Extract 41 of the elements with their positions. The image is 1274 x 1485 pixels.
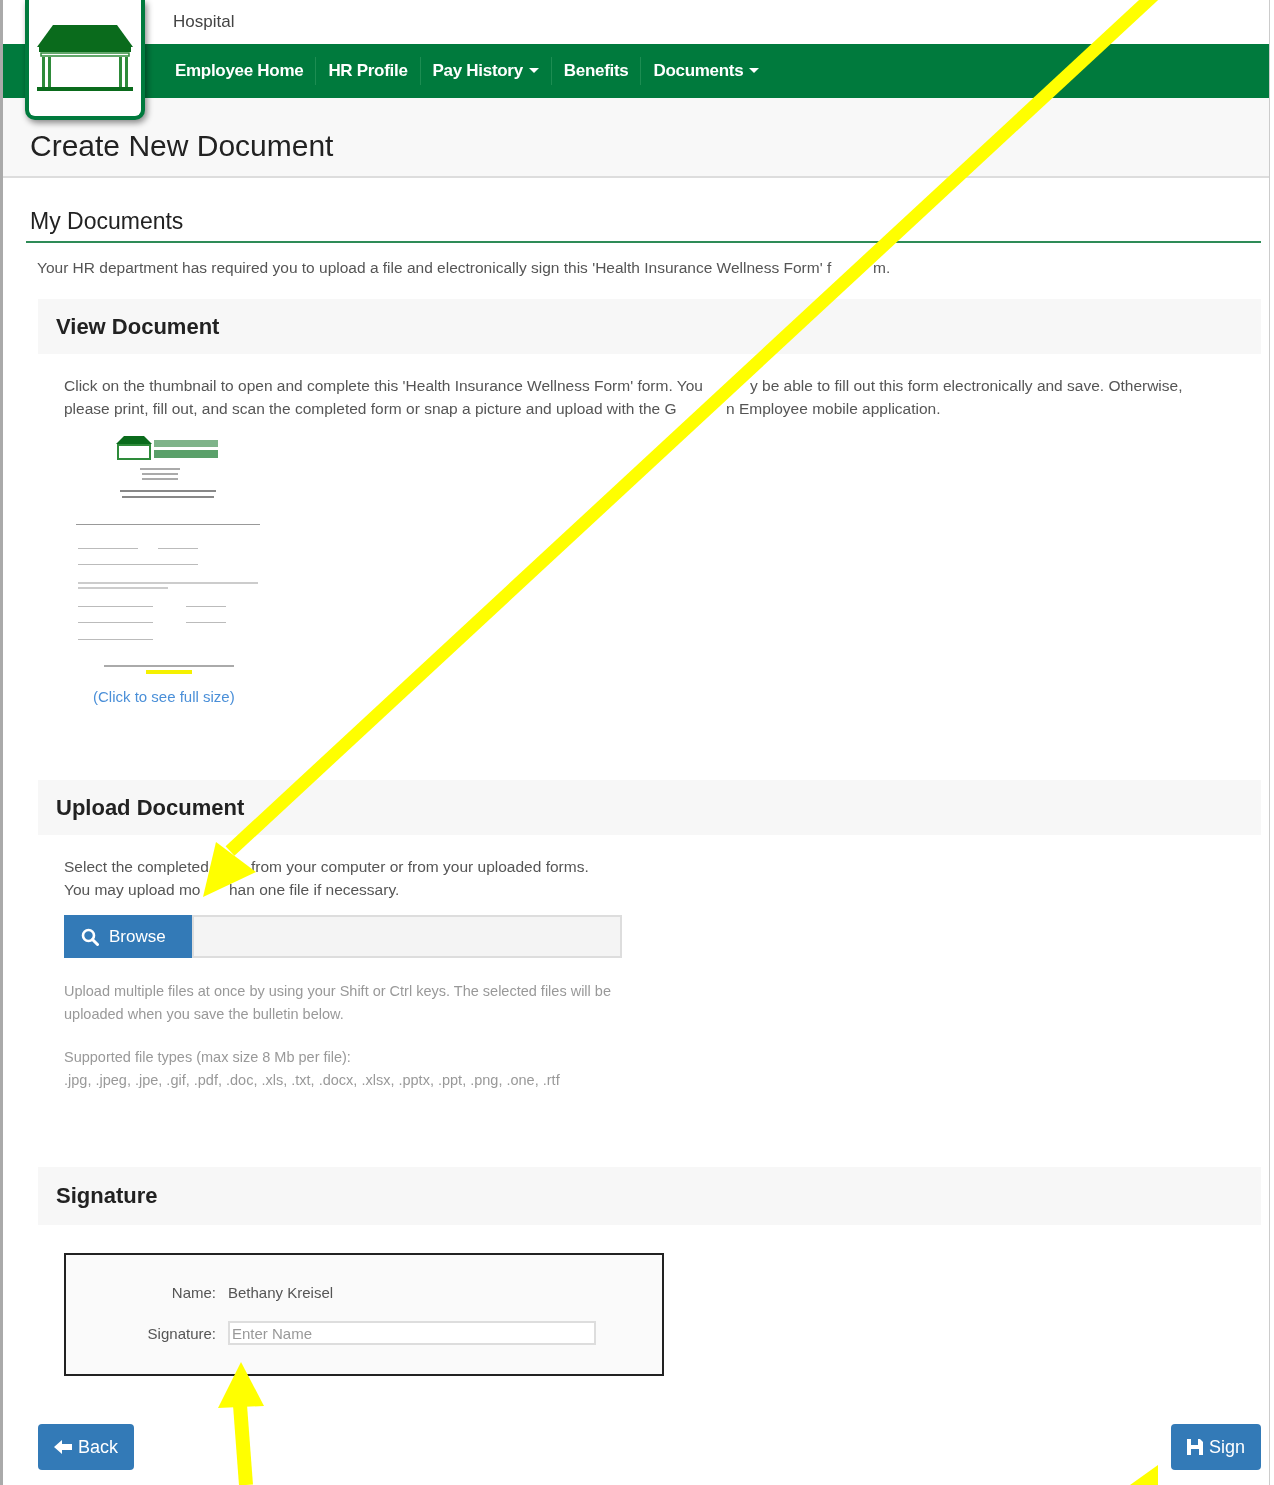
- instructions-text: Click on the thumbnail to open and complete this 'Health Insurance Wellness Form' form. You: [64, 376, 704, 396]
- full-size-link[interactable]: (Click to see full size): [93, 688, 235, 705]
- intro-text: Your HR department has required you to upload a file and electronically sign this 'Health Insurance Wellness Form' f: [37, 259, 833, 277]
- file-types-list: .jpg, .jpeg, .jpe, .gif, .pdf, .doc, .xls, .txt, .docx, .xlsx, .pptx, .ppt, .png, .one, .rtf: [64, 1068, 644, 1091]
- sign-button[interactable]: Sign: [1170, 1424, 1261, 1470]
- instructions-text: han one file if necessary.: [229, 879, 400, 900]
- browse-button[interactable]: Browse: [64, 915, 192, 958]
- instructions-text: y be able to fill out this form electronically and save. Otherwise,: [750, 376, 1183, 396]
- caret-icon: [749, 68, 760, 74]
- signature-label: Signature:: [146, 1324, 216, 1342]
- nav-link[interactable]: Employee Home: [163, 61, 316, 81]
- panel-title: Upload Document: [56, 794, 245, 821]
- arrow-left-icon: [54, 1440, 72, 1454]
- instructions-text: Select the completed: [64, 857, 210, 877]
- instructions-text: please print, fill out, and scan the completed form or snap a picture and upload with the G: [64, 398, 678, 419]
- name-label: Name:: [170, 1284, 216, 1301]
- nav-link[interactable]: Pay History: [420, 61, 551, 81]
- nav-link[interactable]: Documents: [641, 61, 772, 81]
- panel-title: View Document: [56, 313, 220, 340]
- pavilion-icon: [35, 23, 135, 93]
- instructions-text: You may upload mo: [64, 879, 202, 900]
- intro-text: m.: [873, 259, 891, 277]
- document-thumbnail-drawing[interactable]: [76, 434, 260, 676]
- brand-name: Hospital: [173, 12, 235, 32]
- file-field[interactable]: [192, 915, 622, 958]
- search-icon: [81, 927, 99, 946]
- caret-icon: [528, 68, 539, 74]
- page-title: Create New Document: [30, 129, 334, 163]
- name-value: Bethany Kreisel: [228, 1284, 334, 1301]
- instructions-text: from your computer or from your uploaded forms.: [251, 857, 589, 877]
- panel-title: Signature: [56, 1183, 158, 1209]
- instructions-text: n Employee mobile application.: [726, 398, 941, 419]
- section-title: My Documents: [26, 208, 1261, 243]
- nav-link[interactable]: Benefits: [551, 61, 641, 81]
- annotation-arrow: [1130, 1465, 1158, 1485]
- file-types-label: Supported file types (max size 8 Mb per file):: [64, 1048, 352, 1067]
- back-button[interactable]: Back: [38, 1424, 135, 1470]
- nav-link[interactable]: HR Profile: [316, 61, 420, 81]
- logo-card[interactable]: [25, 0, 145, 120]
- help-text: Upload multiple files at once by using your Shift or Ctrl keys. The selected files will be uploaded when you save the bulletin below.: [64, 982, 612, 1024]
- signature-field[interactable]: Enter Name: [228, 1321, 596, 1345]
